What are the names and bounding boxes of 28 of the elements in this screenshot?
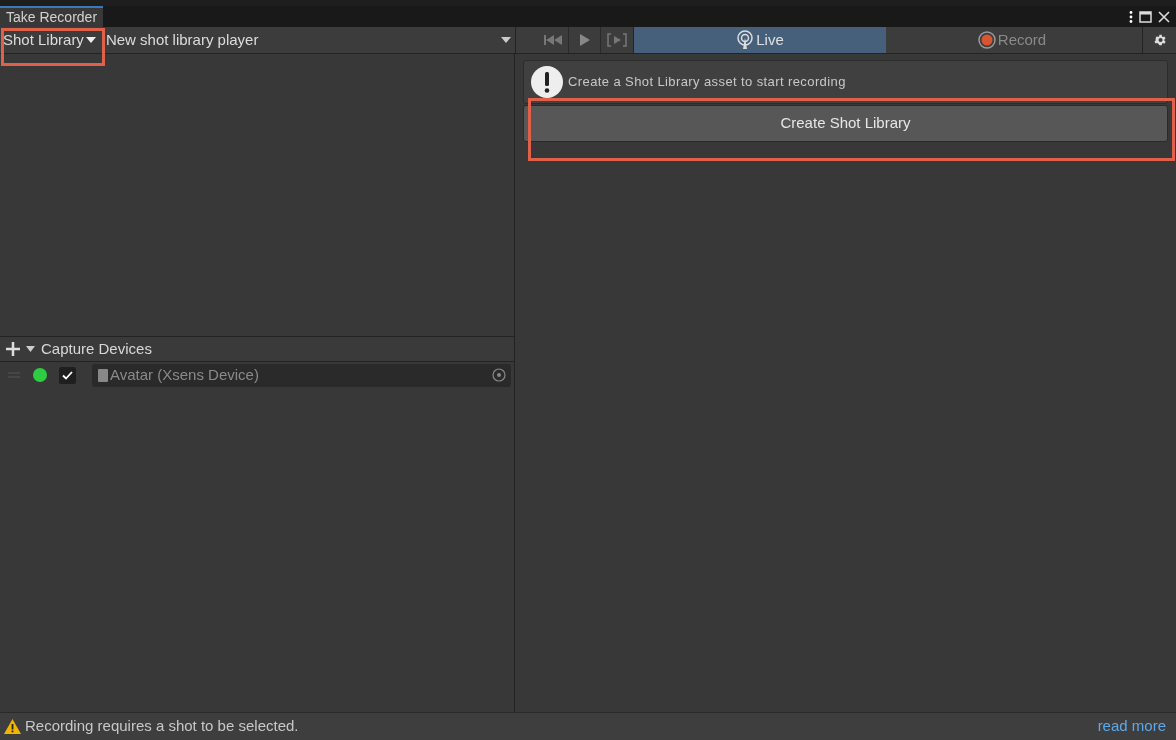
caret-icon — [85, 37, 96, 43]
section-title: Capture Devices — [41, 338, 152, 359]
checkmark-icon — [62, 370, 73, 380]
source-dropdown[interactable]: Shot Library — [0, 26, 100, 54]
device-name: Avatar (Xsens Device) — [110, 364, 260, 385]
broadcast-icon — [736, 30, 755, 50]
help-message: Create a Shot Library asset to start recording — [568, 73, 846, 92]
target-icon[interactable] — [492, 368, 506, 382]
add-icon[interactable] — [6, 342, 20, 356]
warning-icon — [4, 719, 21, 734]
caret-icon[interactable] — [26, 346, 35, 352]
device-field[interactable]: Avatar (Xsens Device) — [92, 363, 511, 387]
maximize-icon[interactable] — [1139, 10, 1152, 23]
create-button[interactable]: Create Shot Library — [523, 105, 1168, 142]
read-more-link[interactable]: read more — [1097, 715, 1172, 738]
window-tab[interactable]: Take Recorder — [0, 6, 104, 27]
close-icon[interactable] — [1158, 10, 1170, 23]
skip-back-icon — [543, 35, 562, 45]
enable-checkbox[interactable] — [59, 366, 76, 384]
record-icon — [977, 31, 996, 49]
caret-icon — [501, 37, 511, 43]
mode-tab[interactable]: Live — [634, 27, 886, 53]
status-message: Recording requires a shot to be selected. — [25, 716, 299, 737]
step-icon — [607, 33, 627, 47]
settings-icon — [1152, 33, 1167, 47]
more-icon[interactable] — [1129, 10, 1133, 23]
play-icon — [579, 34, 590, 46]
warning-icon — [530, 65, 564, 99]
